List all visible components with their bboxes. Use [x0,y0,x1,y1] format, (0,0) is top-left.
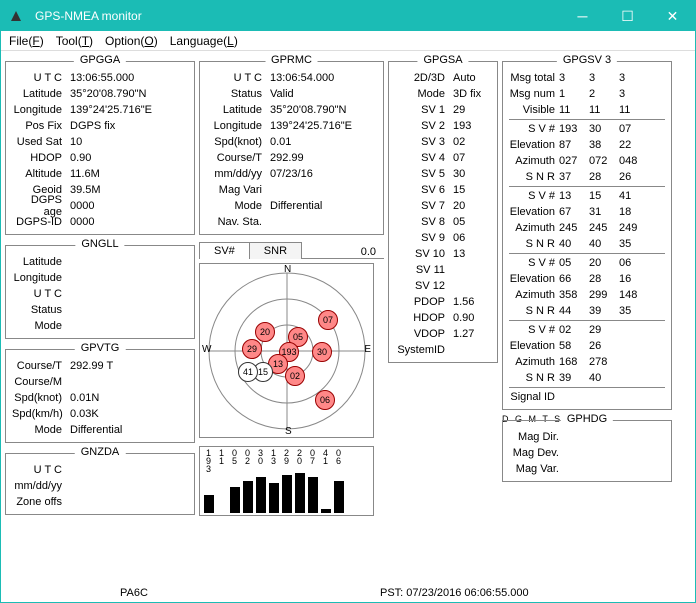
menu-tool[interactable]: Tool(T) [50,32,99,50]
minimize-button[interactable]: ─ [560,1,605,31]
panel-gpgsa: GPGSA 2D/3DAutoMode3D fixSV 129SV 2193SV… [388,61,498,363]
close-button[interactable]: ✕ [650,1,695,31]
app-icon [1,9,31,23]
sat-20: 20 [255,322,275,342]
skyview: N S E W 07200529193301315410206 [199,263,374,438]
footer-timestamp: PST: 07/23/2016 06:06:55.000 [380,587,529,599]
panel-title: GPGSV 3 [557,54,617,66]
sv-tabs: SV# SNR 0.0 [199,239,384,259]
panel-gnzda: GNZDA U T C mm/dd/yy Zone offs [5,453,195,515]
panel-title: GPHDG [561,413,613,425]
menu-file[interactable]: File(F) [3,32,50,50]
panel-title: GPVTG [75,342,126,354]
panel-gpgga: GPGGA U T C13:06:55.000 Latitude35°20'08… [5,61,195,235]
menu-language[interactable]: Language(L) [164,32,244,50]
sat-02: 02 [285,366,305,386]
snr-value: 0.0 [361,246,384,258]
menu-option[interactable]: Option(O) [99,32,164,50]
sat-06: 06 [315,390,335,410]
maximize-button[interactable]: ☐ [605,1,650,31]
tab-snr[interactable]: SNR [249,242,302,259]
panel-gphdg: GPHDG Mag Dir. Mag Dev. Mag Var. [502,420,672,482]
snr-bars: 19311050230132920074106 [199,446,374,516]
panel-gpvtg: GPVTG Course/T292.99 T Course/M Spd(knot… [5,349,195,443]
panel-title: GPGGA [74,54,126,66]
sat-30: 30 [312,342,332,362]
titlebar: GPS-NMEA monitor ─ ☐ ✕ [1,1,695,31]
sat-29: 29 [242,339,262,359]
sat-07: 07 [318,310,338,330]
panel-gprmc: GPRMC U T C13:06:54.000 StatusValid Lati… [199,61,384,235]
footer-device: PA6C [120,587,148,599]
window-title: GPS-NMEA monitor [31,9,560,23]
tab-sv[interactable]: SV# [199,242,250,259]
menubar: File(F) Tool(T) Option(O) Language(L) [1,31,695,51]
panel-title: GNZDA [75,446,126,458]
panel-gngll: GNGLL Latitude Longitude U T C Status Mo… [5,245,195,339]
panel-gpgsv: GPGSV 3 Msg total333Msg num123Visible111… [502,61,672,410]
panel-title: GPGSA [417,54,468,66]
sat-41: 41 [238,362,258,382]
panel-title: GNGLL [75,238,124,250]
panel-title: GPRMC [265,54,318,66]
